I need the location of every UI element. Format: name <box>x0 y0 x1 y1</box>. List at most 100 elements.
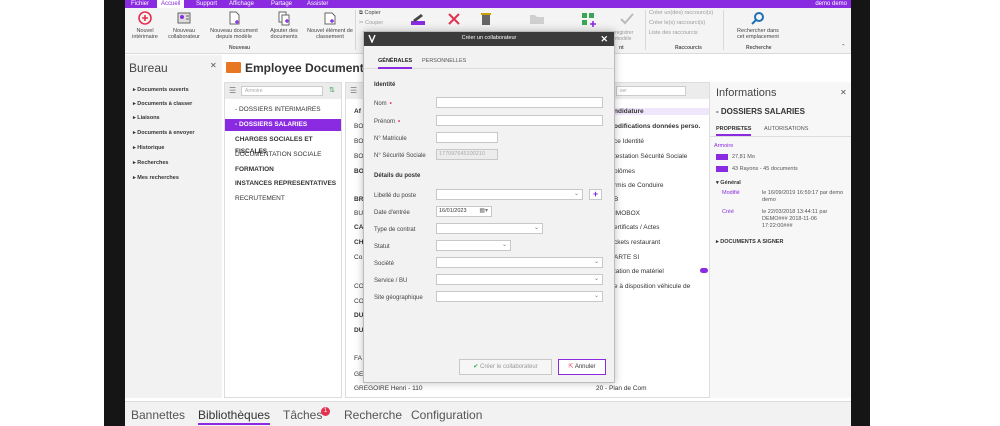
tab-generales[interactable]: GÉNÉRALES <box>378 58 413 69</box>
list-item[interactable]: GREGOIRE Henri - 110 <box>354 385 423 392</box>
tab-bibliotheques[interactable]: Bibliothèques <box>198 408 271 425</box>
list-item[interactable]: GE <box>354 371 363 378</box>
list-item[interactable]: BO <box>354 123 363 130</box>
menu-accueil[interactable]: Accueil <box>157 0 185 8</box>
create-employee-button[interactable]: ✔ Créer le collaborateur <box>459 359 552 375</box>
menu-support[interactable]: Support <box>192 0 221 8</box>
list-item[interactable]: DU <box>354 312 363 319</box>
cancel-button[interactable]: ⇱ Annuler <box>558 359 606 375</box>
tab-taches[interactable]: Tâches <box>283 408 322 422</box>
nav-item[interactable]: ▸ Historique <box>133 145 165 151</box>
list-item[interactable]: Co <box>354 254 362 261</box>
tab-recherche[interactable]: Recherche <box>344 408 402 422</box>
list-item[interactable]: odifications données perso. <box>614 123 700 130</box>
tree-item-documentation-sociale[interactable]: DOCUMENTATION SOCIALE <box>225 149 341 161</box>
list-item[interactable]: BO <box>354 153 363 160</box>
matricule-field[interactable] <box>436 132 498 143</box>
list-item[interactable]: ce Identité <box>614 138 644 145</box>
menu-affichage[interactable]: Affichage <box>225 0 258 8</box>
prenom-field[interactable] <box>436 115 603 126</box>
list-item[interactable]: tation de matériel <box>614 268 664 275</box>
add-post-button[interactable]: + <box>589 189 602 200</box>
list-item[interactable]: e à disposition véhicule de <box>614 283 690 290</box>
menu-partage[interactable]: Partage <box>267 0 296 8</box>
trash-icon[interactable] <box>479 11 493 27</box>
list-item[interactable]: BR <box>354 196 363 203</box>
nav-item[interactable]: ▸ Liaisons <box>133 115 160 121</box>
tree-item-recrutement[interactable]: RECRUTEMENT <box>225 193 341 205</box>
menu-icon[interactable]: ☰ <box>350 86 357 95</box>
tab-autorisations[interactable]: AUTORISATIONS <box>764 126 808 132</box>
delete-x-icon[interactable] <box>447 12 461 26</box>
grid-add-icon[interactable] <box>580 11 598 29</box>
list-item[interactable]: ertificats / Actes <box>614 224 660 231</box>
add-documents-button[interactable]: Ajouter des documents <box>265 10 303 40</box>
list-search-input[interactable]: ser <box>616 86 686 96</box>
menu-assister[interactable]: Assister <box>303 0 332 8</box>
poste-select[interactable]: ⌄ <box>436 189 583 200</box>
list-item[interactable]: CH <box>354 239 363 246</box>
close-icon[interactable]: ✕ <box>210 61 217 70</box>
nav-item[interactable]: ▸ Recherches <box>133 160 168 166</box>
list-item[interactable]: 20 - Plan de Com <box>596 385 647 392</box>
tree-item-dossiers-salaries[interactable]: - DOSSIERS SALARIES <box>225 119 341 131</box>
list-item[interactable]: ARTE SI <box>614 254 639 261</box>
new-doc-from-template-button[interactable]: Nouveau document depuis modèle <box>207 10 261 40</box>
date-field[interactable]: 16/01/2023 ▦▾ <box>436 206 492 217</box>
site-select[interactable]: ⌄ <box>436 291 603 302</box>
general-section[interactable]: ▾ Général <box>716 180 741 186</box>
create-shortcuts-item[interactable]: Créer le(s) raccourci(s) <box>649 20 705 27</box>
list-item[interactable]: testation Sécurité Sociale <box>614 153 687 160</box>
search-here-button[interactable]: Rechercher dans cet emplacement <box>733 10 783 40</box>
tree-item-dossiers-interimaires[interactable]: - DOSSIERS INTERIMAIRES <box>225 104 341 116</box>
list-item[interactable]: IMOBOX <box>614 210 640 217</box>
create-shortcut-item[interactable]: Créer un(des) raccourci(s) <box>649 10 713 17</box>
list-item[interactable]: BU <box>354 210 363 217</box>
secu-field[interactable]: 177097645100210 <box>436 149 498 160</box>
shortcut-list-item[interactable]: Liste des raccourcis <box>649 30 698 37</box>
list-item[interactable]: ckets restaurant <box>614 239 660 246</box>
list-item[interactable]: CA <box>354 224 363 231</box>
contrat-select[interactable]: ⌄ <box>436 223 543 234</box>
signature-icon[interactable] <box>409 12 427 28</box>
sort-icon[interactable]: ⇅ <box>329 86 335 94</box>
checkmark-icon[interactable] <box>619 11 635 27</box>
docs-to-sign-section[interactable]: ▸ DOCUMENTS A SIGNER <box>716 239 783 245</box>
menu-fichier[interactable]: Fichier <box>127 0 153 8</box>
tree-item-formation[interactable]: FORMATION <box>225 164 341 176</box>
nav-item[interactable]: ▸ Documents ouverts <box>133 87 189 93</box>
tree-search-input[interactable]: Armoire <box>241 86 323 96</box>
cut-button[interactable]: ✂ Couper <box>359 20 383 27</box>
list-item[interactable]: plômes <box>614 168 635 175</box>
new-temp-worker-button[interactable]: Nouvel intérimaire <box>129 10 161 40</box>
new-classification-button[interactable]: Nouvel élément de classement <box>307 10 353 40</box>
list-item[interactable]: DU <box>354 327 363 334</box>
tab-personnelles[interactable]: PERSONNELLES <box>422 58 466 64</box>
list-item[interactable]: ndidature <box>614 108 710 115</box>
new-doc-from-template-label: Nouveau document depuis modèle <box>210 28 258 40</box>
nav-item[interactable]: ▸ Documents à envoyer <box>133 130 194 136</box>
menu-icon[interactable]: ☰ <box>229 86 236 95</box>
nav-item[interactable]: ▸ Documents à classer <box>133 101 192 107</box>
new-folder-icon <box>324 12 336 25</box>
tab-proprietes[interactable]: PROPRIETES <box>716 126 752 136</box>
list-item[interactable]: rmis de Conduire <box>614 182 664 189</box>
societe-select[interactable]: ⌄ <box>436 257 603 268</box>
tree-item-charges-sociales[interactable]: CHARGES SOCIALES ET FISCALES <box>225 134 341 155</box>
list-item[interactable]: FA <box>354 355 362 362</box>
tab-bannettes[interactable]: Bannettes <box>131 408 185 422</box>
list-item[interactable]: Af <box>354 108 361 115</box>
list-item[interactable]: BO <box>354 138 363 145</box>
tree-item-instances-representatives[interactable]: INSTANCES REPRESENTATIVES <box>225 178 341 190</box>
copy-button[interactable]: ⧉ Copier <box>359 10 381 17</box>
nom-field[interactable] <box>436 97 603 108</box>
statut-select[interactable]: ⌄ <box>436 240 511 251</box>
close-icon[interactable]: ✕ <box>840 88 847 97</box>
user-name[interactable]: demo demo <box>815 0 847 8</box>
service-select[interactable]: ⌄ <box>436 274 603 285</box>
close-icon[interactable]: ✕ <box>600 33 608 45</box>
nav-item[interactable]: ▸ Mes recherches <box>133 175 179 181</box>
new-employee-button[interactable]: Nouveau collaborateur <box>165 10 203 40</box>
ribbon-collapse-icon[interactable]: ⌃ <box>841 44 846 51</box>
tab-configuration[interactable]: Configuration <box>411 408 482 422</box>
